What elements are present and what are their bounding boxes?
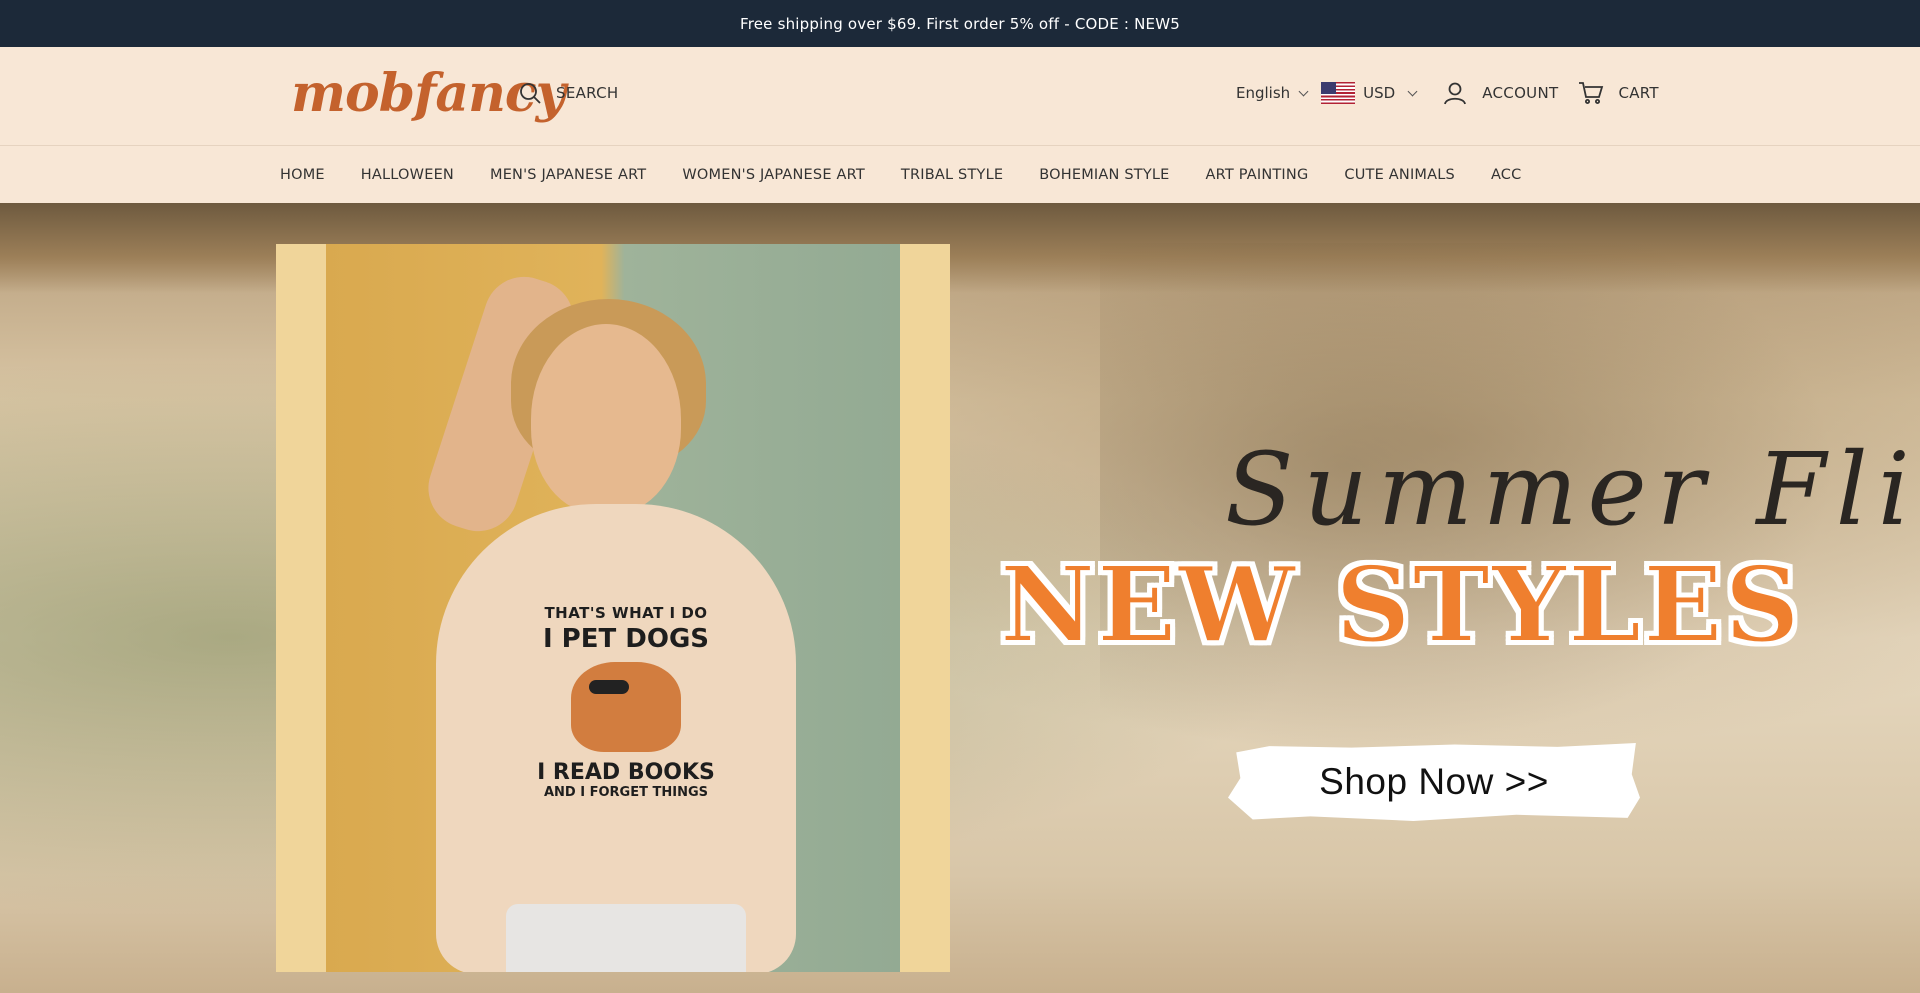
search-label: SEARCH: [556, 84, 619, 102]
account-label: ACCOUNT: [1482, 84, 1559, 102]
main-nav: HOME HALLOWEEN MEN'S JAPANESE ART WOMEN'…: [0, 146, 1920, 203]
hero-banner[interactable]: THAT'S WHAT I DO I PET DOGS I READ BOOKS…: [0, 203, 1920, 993]
tshirt-line-1: THAT'S WHAT I DO: [544, 604, 708, 622]
announcement-bar: Free shipping over $69. First order 5% o…: [0, 0, 1920, 47]
user-icon: [1444, 82, 1467, 105]
tshirt-line-2: I PET DOGS: [542, 624, 710, 654]
announcement-text: Free shipping over $69. First order 5% o…: [739, 14, 1180, 33]
nav-item-halloween[interactable]: HALLOWEEN: [361, 167, 454, 183]
account-link[interactable]: ACCOUNT: [1442, 80, 1558, 106]
site-header: mobfancy SEARCH English USD ACCOUNT CART: [0, 47, 1920, 146]
hero-model-photo: THAT'S WHAT I DO I PET DOGS I READ BOOKS…: [326, 244, 900, 972]
model-jeans: [506, 904, 746, 972]
nav-item-womens-japanese-art[interactable]: WOMEN'S JAPANESE ART: [682, 167, 865, 183]
search-trigger[interactable]: SEARCH: [518, 81, 619, 105]
chevron-down-icon: [1298, 86, 1309, 96]
nav-item-tribal-style[interactable]: TRIBAL STYLE: [901, 167, 1003, 183]
language-selector[interactable]: English: [1236, 84, 1309, 102]
language-value: English: [1236, 84, 1291, 102]
nav-item-home[interactable]: HOME: [280, 167, 325, 183]
currency-value: USD: [1363, 84, 1396, 102]
us-flag-icon: [1321, 82, 1356, 104]
cart-label: CART: [1618, 84, 1659, 102]
tshirt-print: THAT'S WHAT I DO I PET DOGS I READ BOOKS…: [516, 604, 736, 800]
tshirt-line-3: I READ BOOKS: [537, 760, 715, 785]
hero-photo-frame: THAT'S WHAT I DO I PET DOGS I READ BOOKS…: [276, 244, 950, 972]
cart-link[interactable]: CART: [1578, 80, 1659, 106]
shop-now-label: Shop Now >>: [1319, 761, 1549, 802]
dog-illustration: [571, 662, 681, 752]
nav-item-mens-japanese-art[interactable]: MEN'S JAPANESE ART: [490, 167, 646, 183]
nav-item-acc[interactable]: ACC: [1491, 167, 1522, 183]
currency-selector[interactable]: USD: [1321, 82, 1418, 104]
hero-script-title: Summer Fling: [1225, 431, 1920, 548]
tshirt-line-4: AND I FORGET THINGS: [543, 785, 708, 800]
shop-now-button[interactable]: Shop Now >>: [1228, 743, 1640, 821]
chevron-down-icon: [1407, 86, 1418, 96]
nav-item-bohemian-style[interactable]: BOHEMIAN STYLE: [1039, 167, 1169, 183]
nav-item-cute-animals[interactable]: CUTE ANIMALS: [1344, 167, 1455, 183]
nav-item-art-painting[interactable]: ART PAINTING: [1206, 167, 1309, 183]
header-tools: English USD ACCOUNT CART: [1236, 77, 1659, 109]
cart-icon: [1579, 82, 1604, 104]
hero-headline: NEW STYLES: [999, 542, 1802, 667]
model-face: [531, 324, 681, 514]
search-icon: [520, 83, 541, 104]
